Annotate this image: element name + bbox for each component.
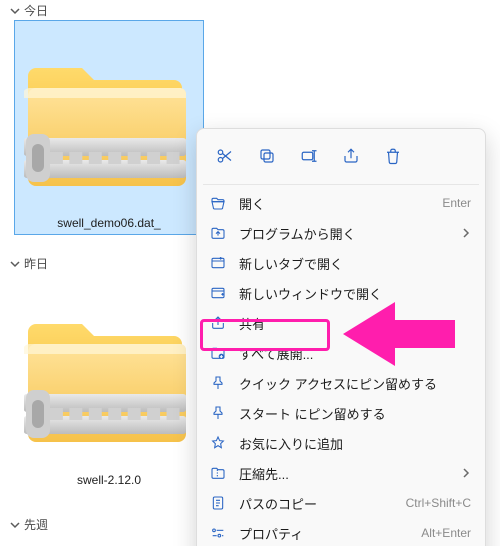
open-with-icon <box>209 224 227 242</box>
trash-icon <box>384 147 402 165</box>
open-icon <box>209 194 227 212</box>
menu-item-label: お気に入りに追加 <box>239 434 471 453</box>
menu-item-label: クイック アクセスにピン留めする <box>239 374 471 393</box>
scissors-icon <box>216 147 234 165</box>
menu-item-new-tab[interactable]: 新しいタブで開く <box>197 248 485 278</box>
menu-item-accelerator: Ctrl+Shift+C <box>406 496 471 510</box>
share-icon <box>209 314 227 332</box>
group-label: 昨日 <box>24 255 48 272</box>
cut-button[interactable] <box>207 139 243 173</box>
chevron-down-icon <box>10 6 20 16</box>
compress-icon <box>209 464 227 482</box>
chevron-down-icon <box>10 520 20 530</box>
menu-item-label: 圧縮先... <box>239 464 449 483</box>
file-name-label: swell-2.12.0 <box>14 471 204 491</box>
menu-item-label: 新しいタブで開く <box>239 254 471 273</box>
chevron-right-icon <box>461 468 471 478</box>
menu-item-label: パスのコピー <box>239 494 394 513</box>
zip-folder-icon <box>14 276 204 471</box>
pin-icon <box>209 374 227 392</box>
menu-item-label: プログラムから開く <box>239 224 449 243</box>
menu-item-label: 共有 <box>239 314 471 333</box>
rename-icon <box>300 147 318 165</box>
group-header-lastweek[interactable]: 先週 <box>10 516 48 533</box>
zip-folder-icon <box>15 21 203 214</box>
group-label: 今日 <box>24 2 48 19</box>
menu-item-favorites[interactable]: お気に入りに追加 <box>197 428 485 458</box>
menu-item-open[interactable]: 開く Enter <box>197 188 485 218</box>
context-menu-actions-row <box>197 135 485 181</box>
menu-item-open-with[interactable]: プログラムから開く <box>197 218 485 248</box>
menu-item-accelerator: Enter <box>442 196 471 210</box>
group-label: 先週 <box>24 516 48 533</box>
extract-all-icon <box>209 344 227 362</box>
file-tile-yesterday[interactable]: swell-2.12.0 <box>14 276 204 491</box>
pin-icon <box>209 404 227 422</box>
separator <box>203 184 479 185</box>
menu-item-pin-quick[interactable]: クイック アクセスにピン留めする <box>197 368 485 398</box>
star-icon <box>209 434 227 452</box>
menu-item-label: すべて展開... <box>239 344 471 363</box>
file-name-label: swell_demo06.dat_ <box>15 214 203 234</box>
copy-path-icon <box>209 494 227 512</box>
share-icon <box>342 147 360 165</box>
menu-item-pin-start[interactable]: スタート にピン留めする <box>197 398 485 428</box>
menu-item-copy-path[interactable]: パスのコピー Ctrl+Shift+C <box>197 488 485 518</box>
menu-item-share[interactable]: 共有 <box>197 308 485 338</box>
new-tab-icon <box>209 254 227 272</box>
menu-item-compress[interactable]: 圧縮先... <box>197 458 485 488</box>
menu-item-label: 新しいウィンドウで開く <box>239 284 471 303</box>
chevron-down-icon <box>10 259 20 269</box>
context-menu: 開く Enter プログラムから開く 新しいタブで開く 新しいウィンドウで開く … <box>196 128 486 546</box>
menu-item-extract-all[interactable]: すべて展開... <box>197 338 485 368</box>
rename-button[interactable] <box>291 139 327 173</box>
group-header-yesterday[interactable]: 昨日 <box>10 255 48 272</box>
copy-icon <box>258 147 276 165</box>
menu-item-label: 開く <box>239 194 430 213</box>
file-tile-today[interactable]: swell_demo06.dat_ <box>14 20 204 235</box>
chevron-right-icon <box>461 228 471 238</box>
menu-item-accelerator: Alt+Enter <box>421 526 471 540</box>
group-header-today[interactable]: 今日 <box>10 2 48 19</box>
menu-item-properties[interactable]: プロパティ Alt+Enter <box>197 518 485 546</box>
menu-item-label: スタート にピン留めする <box>239 404 471 423</box>
delete-button[interactable] <box>375 139 411 173</box>
new-window-icon <box>209 284 227 302</box>
copy-button[interactable] <box>249 139 285 173</box>
menu-item-label: プロパティ <box>239 524 409 543</box>
menu-item-new-window[interactable]: 新しいウィンドウで開く <box>197 278 485 308</box>
properties-icon <box>209 524 227 542</box>
share-button[interactable] <box>333 139 369 173</box>
